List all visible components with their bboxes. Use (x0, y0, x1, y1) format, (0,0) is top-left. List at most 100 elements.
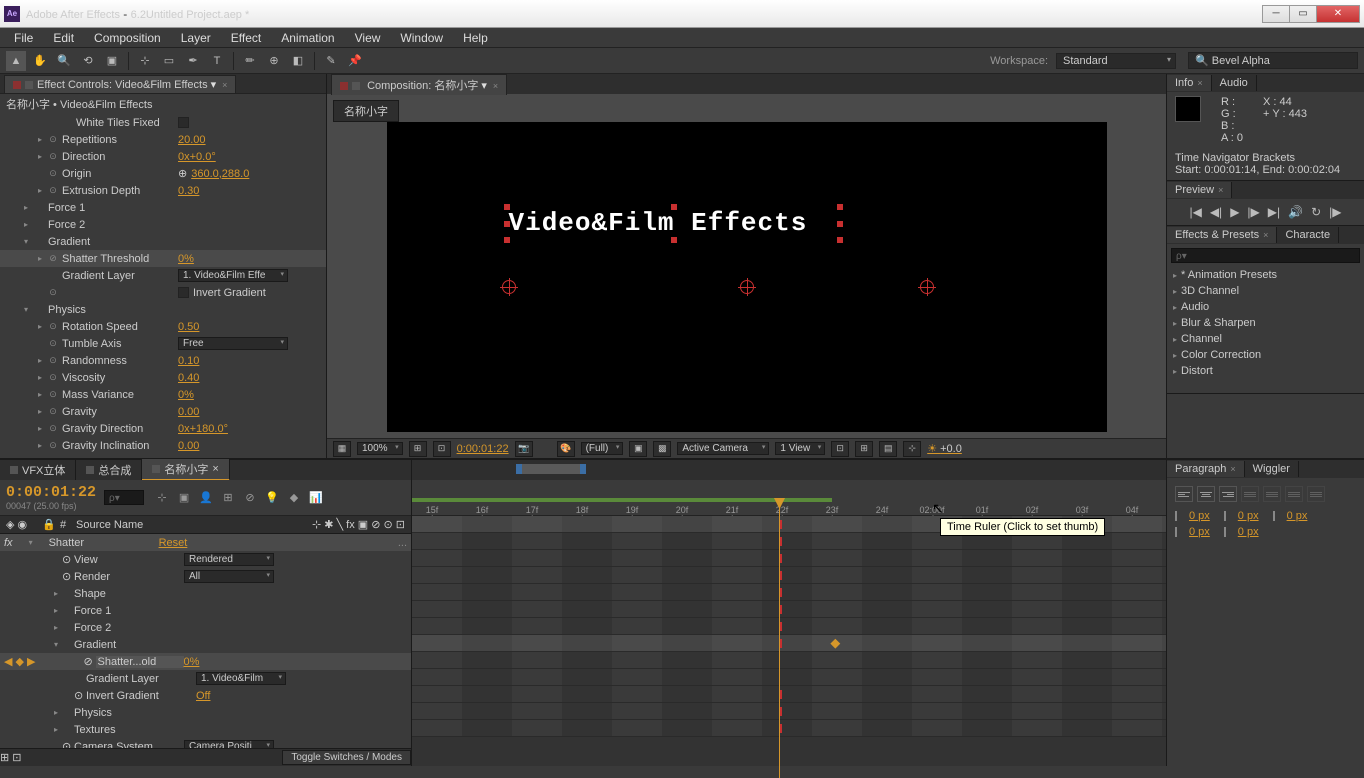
preset-category[interactable]: * Animation Presets (1167, 267, 1364, 283)
timeline-property-row[interactable]: ⊙Invert GradientOff (0, 687, 411, 704)
property-row[interactable]: ⊙ Invert Gradient (0, 284, 326, 301)
property-row[interactable]: Gradient Layer1. Video&Film Effe (0, 267, 326, 284)
menu-window[interactable]: Window (390, 29, 453, 47)
indent-first-value[interactable]: 0 px (1238, 510, 1259, 522)
timeline-tab[interactable]: 名称小字 × (142, 459, 229, 481)
property-row[interactable]: ▸⊙Mass Variance0% (0, 386, 326, 403)
crosshair-icon[interactable]: ⊕ (178, 167, 187, 180)
menu-animation[interactable]: Animation (271, 29, 344, 47)
effects-search[interactable]: ρ▾ (1171, 248, 1360, 263)
comp-mini-flowchart-icon[interactable]: ⊹ (152, 488, 172, 508)
property-row[interactable]: ▸⊙Randomness0.10 (0, 352, 326, 369)
property-row[interactable]: ▾Gradient (0, 233, 326, 250)
property-row[interactable]: ⊙Tumble AxisFree (0, 335, 326, 352)
track-row[interactable] (412, 652, 1166, 669)
auto-keyframe-icon[interactable]: ◆ (284, 488, 304, 508)
track-row[interactable] (412, 635, 1166, 652)
frame-blend-icon[interactable]: ⊞ (218, 488, 238, 508)
checkbox[interactable] (178, 287, 189, 298)
rotate-tool[interactable]: ⟲ (78, 51, 98, 71)
prev-frame-button[interactable]: ◀| (1210, 205, 1222, 219)
property-row[interactable]: White Tiles Fixed (0, 114, 326, 131)
property-row[interactable]: ▸Force 2 (0, 216, 326, 233)
footer-timecode[interactable]: 0:00:01:22 (457, 443, 509, 455)
info-tab[interactable]: Info× (1167, 75, 1212, 91)
property-row[interactable]: ▸⊘Shatter Threshold0% (0, 250, 326, 267)
preset-category[interactable]: Blur & Sharpen (1167, 315, 1364, 331)
property-value[interactable]: 360.0,288.0 (191, 168, 249, 180)
fast-preview-icon[interactable]: ⊞ (855, 441, 873, 457)
shy-icon[interactable]: 👤 (196, 488, 216, 508)
property-value[interactable]: 0% (178, 389, 194, 401)
character-tab[interactable]: Characte (1277, 227, 1339, 243)
timecode-base-icon[interactable]: ⊡ (433, 441, 451, 457)
checkbox[interactable] (178, 117, 189, 128)
keyframe-icon[interactable] (830, 639, 840, 649)
play-button[interactable]: ▶ (1230, 205, 1239, 219)
ram-preview-button[interactable]: |▶ (1329, 205, 1341, 219)
property-value[interactable]: 0% (178, 253, 194, 265)
timeline-footer-icon[interactable]: ⊞ ⊡ (0, 751, 22, 764)
track-row[interactable] (412, 567, 1166, 584)
comp-name-tab[interactable]: 名称小字 (333, 100, 399, 122)
composition-text-layer[interactable]: Video&Film Effects (509, 208, 808, 238)
timeline-property-row[interactable]: ▸Force 1 (0, 602, 411, 619)
composition-tab[interactable]: Composition: 名称小字 ▾× (331, 74, 507, 95)
grid-icon[interactable]: ▦ (333, 441, 351, 457)
force-target-icon[interactable] (920, 280, 934, 294)
timeline-property-row[interactable]: ▸Textures (0, 721, 411, 738)
audio-tab[interactable]: Audio (1212, 75, 1257, 91)
justify-left-button[interactable] (1241, 486, 1259, 502)
property-row[interactable]: ▸⊙Direction0x+0.0° (0, 148, 326, 165)
resolution-dropdown[interactable]: (Full) (581, 442, 624, 455)
property-row[interactable]: ▸⊙Rotation Speed0.50 (0, 318, 326, 335)
selection-tool[interactable]: ▲ (6, 51, 26, 71)
property-row[interactable]: ▸⊙Viscosity0.40 (0, 369, 326, 386)
effects-presets-tab[interactable]: Effects & Presets× (1167, 227, 1277, 243)
time-navigator[interactable] (412, 460, 1166, 480)
property-row[interactable]: ▸Force 1 (0, 199, 326, 216)
property-value[interactable]: 0x+0.0° (178, 151, 216, 163)
menu-composition[interactable]: Composition (84, 29, 171, 47)
transparency-icon[interactable]: ▩ (653, 441, 671, 457)
property-row[interactable]: ▾Physics (0, 301, 326, 318)
maximize-button[interactable]: ▭ (1289, 5, 1317, 23)
exposure-value[interactable]: ☀ +0.0 (927, 442, 962, 455)
preset-category[interactable]: Audio (1167, 299, 1364, 315)
camera-dropdown[interactable]: Active Camera (677, 442, 769, 455)
workspace-search[interactable]: 🔍 Bevel Alpha (1188, 52, 1358, 69)
effect-controls-tab[interactable]: Effect Controls: Video&Film Effects ▾× (4, 75, 236, 93)
property-row[interactable]: ▸⊙Gravity Direction0x+180.0° (0, 420, 326, 437)
preset-category[interactable]: 3D Channel (1167, 283, 1364, 299)
timeline-property-row[interactable]: ⊙RenderAll (0, 568, 411, 585)
zoom-dropdown[interactable]: 100% (357, 442, 403, 455)
space-after-value[interactable]: 0 px (1238, 526, 1259, 538)
timeline-search[interactable]: ρ▾ (104, 490, 144, 505)
track-row[interactable] (412, 584, 1166, 601)
align-left-button[interactable] (1175, 486, 1193, 502)
roto-tool[interactable]: ✎ (321, 51, 341, 71)
first-frame-button[interactable]: |◀ (1189, 205, 1201, 219)
property-row[interactable]: ▸⊙Gravity0.00 (0, 403, 326, 420)
eraser-tool[interactable]: ◧ (288, 51, 308, 71)
align-right-button[interactable] (1219, 486, 1237, 502)
timeline-tab[interactable]: VFX立体 (0, 460, 76, 480)
property-value[interactable]: 0.00 (178, 440, 199, 452)
align-center-button[interactable] (1197, 486, 1215, 502)
track-row[interactable] (412, 669, 1166, 686)
track-row[interactable] (412, 601, 1166, 618)
timeline-property-row[interactable]: ▸Force 2 (0, 619, 411, 636)
property-value[interactable]: 0.30 (178, 185, 199, 197)
preset-category[interactable]: Channel (1167, 331, 1364, 347)
track-row[interactable] (412, 720, 1166, 737)
workspace-dropdown[interactable]: Standard (1056, 53, 1176, 69)
timeline-property-row[interactable]: ▾Gradient (0, 636, 411, 653)
viewer-stage[interactable]: Video&Film Effects (333, 122, 1160, 432)
snapshot-icon[interactable]: 📷 (515, 441, 533, 457)
property-value[interactable]: 0.40 (178, 372, 199, 384)
toggle-switches-button[interactable]: Toggle Switches / Modes (282, 750, 411, 765)
justify-center-button[interactable] (1263, 486, 1281, 502)
timeline-property-row[interactable]: fx▾ShatterReset ... (0, 534, 411, 551)
property-row[interactable]: ⊙Origin⊕ 360.0,288.0 (0, 165, 326, 182)
pixel-aspect-icon[interactable]: ⊡ (831, 441, 849, 457)
